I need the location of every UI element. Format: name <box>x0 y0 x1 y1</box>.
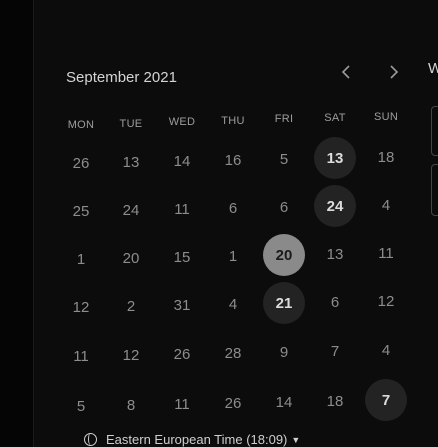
weekday-label: SAT <box>324 112 346 124</box>
day-cell[interactable]: 13 <box>110 141 152 183</box>
day-cell[interactable]: 6 <box>263 186 305 228</box>
day-cell[interactable]: 28 <box>212 332 254 374</box>
weekday-label: WED <box>168 116 196 128</box>
day-cell[interactable]: 4 <box>365 184 407 226</box>
day-cell[interactable]: 7 <box>365 379 407 421</box>
weekday-label: SUN <box>373 111 399 123</box>
day-cell[interactable]: 31 <box>161 284 203 326</box>
day-cell[interactable]: 11 <box>161 188 203 230</box>
day-cell[interactable]: 12 <box>60 286 102 328</box>
left-sidebar-edge <box>0 0 34 447</box>
day-cell[interactable]: 11 <box>60 335 102 377</box>
day-cell[interactable]: 1 <box>60 238 102 280</box>
chevron-right-icon <box>390 65 399 79</box>
day-cell[interactable]: 26 <box>60 142 102 184</box>
day-cell[interactable]: 4 <box>365 329 407 371</box>
day-cell[interactable]: 1 <box>212 235 254 277</box>
day-cell[interactable]: 25 <box>60 190 102 232</box>
day-cell[interactable]: 24 <box>314 185 356 227</box>
timezone-selector[interactable]: Eastern European Time (18:09) ▼ <box>84 432 300 447</box>
weekday-label: MON <box>67 119 95 131</box>
weekday-label: TUE <box>119 118 143 130</box>
day-cell[interactable]: 6 <box>314 281 356 323</box>
day-cell[interactable]: 11 <box>365 232 407 274</box>
day-cell[interactable]: 26 <box>212 382 254 424</box>
day-cell[interactable]: 5 <box>263 138 305 180</box>
prev-month-button[interactable] <box>333 60 359 84</box>
day-cell[interactable]: 8 <box>110 384 152 426</box>
day-cell[interactable]: 9 <box>263 331 305 373</box>
weekday-label: THU <box>221 115 245 127</box>
globe-icon <box>84 433 97 446</box>
day-cell[interactable]: 24 <box>110 189 152 231</box>
weekday-label: FRI <box>274 113 294 125</box>
day-cell[interactable]: 2 <box>110 285 152 327</box>
month-title: September 2021 <box>66 69 177 86</box>
day-cell[interactable]: 20 <box>110 237 152 279</box>
day-cell[interactable]: 4 <box>212 283 254 325</box>
caret-down-icon: ▼ <box>291 434 301 445</box>
day-cell[interactable]: 6 <box>212 187 254 229</box>
side-panel-field[interactable] <box>431 106 438 156</box>
day-cell[interactable]: 7 <box>314 330 356 372</box>
day-cell[interactable]: 15 <box>161 236 203 278</box>
day-cell[interactable]: 5 <box>60 385 102 427</box>
day-cell[interactable]: 13 <box>314 137 356 179</box>
day-cell[interactable]: 21 <box>263 282 305 324</box>
timezone-label: Eastern European Time (18:09) <box>106 432 288 447</box>
day-cell[interactable]: 11 <box>161 383 203 425</box>
day-cell[interactable]: 12 <box>110 334 152 376</box>
side-panel-label: W <box>428 60 438 77</box>
day-cell[interactable]: 18 <box>365 136 407 178</box>
day-cell[interactable]: 13 <box>314 233 356 275</box>
day-cell[interactable]: 18 <box>314 380 356 422</box>
next-month-button[interactable] <box>381 60 407 84</box>
day-cell[interactable]: 26 <box>161 333 203 375</box>
day-cell[interactable]: 14 <box>263 381 305 423</box>
day-cell[interactable]: 16 <box>212 139 254 181</box>
day-cell-selected[interactable]: 20 <box>263 234 305 276</box>
day-cell[interactable]: 12 <box>365 280 407 322</box>
side-panel-field[interactable] <box>431 164 438 216</box>
day-cell[interactable]: 14 <box>161 140 203 182</box>
chevron-left-icon <box>341 65 350 79</box>
